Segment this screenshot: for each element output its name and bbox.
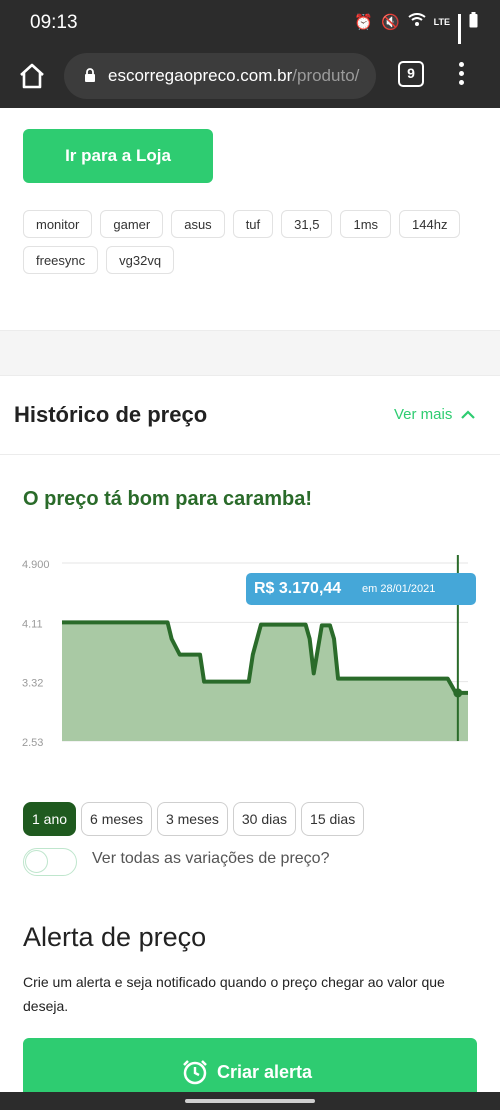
selected-point[interactable] xyxy=(453,688,463,698)
toggle-knob xyxy=(25,850,48,873)
price-verdict: O preço tá bom para caramba! xyxy=(23,488,312,510)
y-tick-label: 3.32 xyxy=(22,678,43,690)
divider xyxy=(0,454,500,455)
go-to-store-button[interactable]: Ir para a Loja xyxy=(23,129,213,183)
url-domain: escorregaopreco.com.br xyxy=(108,66,293,85)
url-path: /produto/ xyxy=(292,66,360,85)
tag-chip[interactable]: 31,5 xyxy=(281,210,333,238)
period-button[interactable]: 30 dias xyxy=(232,802,297,836)
mute-icon: 🔇 xyxy=(380,14,400,31)
price-alert-description: Crie um alerta e seja notificado quando … xyxy=(23,974,445,1014)
battery-icon xyxy=(469,12,478,32)
period-button[interactable]: 3 meses xyxy=(156,802,228,836)
home-icon[interactable] xyxy=(16,60,48,92)
price-alert-title: Alerta de preço xyxy=(23,922,207,952)
period-selector: 1 ano 6 meses 3 meses 30 dias 15 dias xyxy=(23,802,365,836)
url-text: escorregaopreco.com.br/produto/ xyxy=(108,66,359,86)
chevron-up-icon xyxy=(461,409,476,419)
alarm-icon: ⏰ xyxy=(354,14,373,31)
tooltip-price: R$ 3.170,44 xyxy=(254,580,342,597)
tag-list: monitor gamer asus tuf 31,5 1ms 144hz freesync v… xyxy=(23,210,463,274)
price-area xyxy=(62,622,468,741)
see-more-label: Ver mais xyxy=(394,406,453,423)
section-separator xyxy=(0,330,500,376)
price-history-title: Histórico de preço xyxy=(14,402,208,427)
lock-icon xyxy=(84,68,96,82)
browser-toolbar: escorregaopreco.com.br/produto/ 9 xyxy=(0,44,500,108)
all-variations-label: Ver todas as variações de preço? xyxy=(92,850,330,867)
home-gesture-bar[interactable] xyxy=(185,1099,315,1103)
signal-icon xyxy=(458,14,461,52)
y-tick-label: 2.53 xyxy=(22,737,43,749)
tab-switcher-button[interactable]: 9 xyxy=(398,61,424,87)
status-icons: ⏰ 🔇 LTE xyxy=(354,12,478,52)
status-bar: 09:13 ⏰ 🔇 LTE xyxy=(0,0,500,52)
create-alert-button[interactable]: Criar alerta xyxy=(23,1038,477,1098)
tag-chip[interactable]: monitor xyxy=(23,210,93,238)
tag-chip[interactable]: gamer xyxy=(100,210,164,238)
tag-chip[interactable]: tuf xyxy=(232,210,274,238)
system-nav-bar xyxy=(0,1092,500,1110)
tag-chip[interactable]: vg32vq xyxy=(106,246,175,274)
price-tooltip: R$ 3.170,44 em 28/01/2021 xyxy=(246,573,476,605)
period-button[interactable]: 15 dias xyxy=(301,802,365,836)
wifi-icon xyxy=(408,13,426,31)
y-tick-label: 4.11 xyxy=(22,618,43,630)
tag-chip[interactable]: asus xyxy=(171,210,225,238)
tooltip-date: em 28/01/2021 xyxy=(362,583,436,595)
period-button[interactable]: 1 ano xyxy=(23,802,77,836)
y-tick-label: 4.900 xyxy=(22,559,50,571)
alarm-clock-icon xyxy=(183,1060,207,1085)
network-label: LTE xyxy=(433,17,450,27)
period-button[interactable]: 6 meses xyxy=(81,802,152,836)
more-options-icon[interactable] xyxy=(459,62,465,90)
tag-chip[interactable]: 1ms xyxy=(340,210,392,238)
create-alert-label: Criar alerta xyxy=(217,1061,313,1082)
tag-chip[interactable]: 144hz xyxy=(399,210,461,238)
status-time: 09:13 xyxy=(30,12,78,33)
see-more-link[interactable]: Ver mais xyxy=(394,406,476,423)
all-variations-toggle[interactable] xyxy=(23,848,77,876)
address-bar[interactable]: escorregaopreco.com.br/produto/ xyxy=(64,53,376,99)
tag-chip[interactable]: freesync xyxy=(23,246,99,274)
